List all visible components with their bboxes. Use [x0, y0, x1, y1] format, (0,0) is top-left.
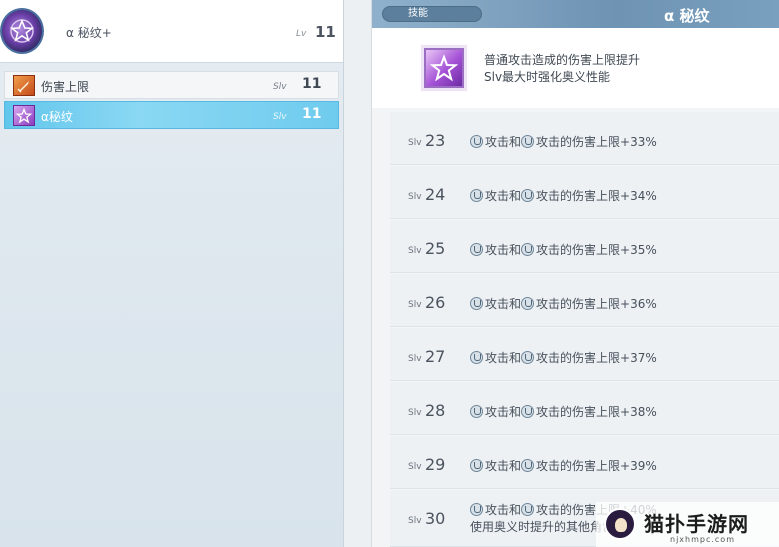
attack-type-icon	[470, 189, 483, 202]
star-icon	[424, 48, 464, 88]
description-line: 普通攻击造成的伤害上限提升	[484, 53, 641, 67]
detail-title: α 秘纹	[664, 7, 710, 25]
attack-type-icon	[470, 503, 483, 516]
description-line: Slv最大时强化奥义性能	[484, 70, 611, 84]
row-effect: 攻击和 攻击的伤害上限+34%	[470, 187, 657, 204]
row-slv-label: Slv	[408, 408, 422, 418]
attack-type-icon	[470, 135, 483, 148]
attack-type-icon	[521, 189, 535, 202]
level-row: Slv 23 攻击和 攻击的伤害上限+33%	[390, 112, 779, 165]
row-effect-part: 攻击的伤害上限+38%	[536, 405, 657, 419]
attack-type-icon	[521, 405, 535, 418]
level-row: Slv 25 攻击和 攻击的伤害上限+35%	[390, 220, 779, 273]
row-slv-value: 25	[425, 239, 446, 258]
row-effect-line2: 使用奥义时提升的其他角色	[470, 520, 615, 534]
level-value: 11	[315, 23, 336, 41]
watermark-url: njxhmpc.com	[670, 535, 735, 544]
row-effect-part: 攻击和	[485, 297, 522, 311]
row-effect: 攻击和 攻击的伤害上限+35%	[470, 241, 657, 258]
attack-type-icon	[470, 351, 483, 364]
attack-type-icon	[521, 351, 535, 364]
skill-level-label: Slv	[273, 112, 287, 122]
row-effect-part: 攻击和	[485, 351, 522, 365]
watermark-text: 猫扑手游网	[644, 512, 749, 536]
level-row: Slv 29 攻击和 攻击的伤害上限+39%	[390, 436, 779, 489]
attack-type-icon	[470, 243, 483, 256]
site-watermark: 猫扑手游网 njxhmpc.com	[596, 502, 779, 547]
attack-type-icon	[521, 503, 535, 516]
row-slv-label: Slv	[408, 192, 422, 202]
row-slv-label: Slv	[408, 246, 422, 256]
skill-detail-panel: 技能 α 秘纹 普通攻击造成的伤害上限提升 Slv最大时强化奥义性能 Slv 2…	[371, 0, 779, 547]
row-effect: 攻击和 攻击的伤害上限+36%	[470, 295, 657, 312]
skill-name: α 秘纹+	[66, 26, 112, 40]
attack-type-icon	[521, 459, 535, 472]
row-effect-part: 攻击和	[485, 135, 522, 149]
attack-type-icon	[521, 135, 535, 148]
attack-type-icon	[521, 297, 535, 310]
level-row: Slv 24 攻击和 攻击的伤害上限+34%	[390, 166, 779, 219]
row-effect-part: 攻击和	[485, 243, 522, 257]
row-effect-part: 攻击的伤害上限+34%	[536, 189, 657, 203]
skill-description: 普通攻击造成的伤害上限提升 Slv最大时强化奥义性能	[372, 28, 779, 108]
panel-divider	[344, 0, 371, 547]
row-slv-value: 23	[425, 131, 446, 150]
skill-level-value: 11	[302, 106, 322, 122]
row-slv-label: Slv	[408, 138, 422, 148]
skill-list-item-label: 伤害上限	[41, 80, 90, 94]
row-slv-value: 28	[425, 401, 446, 420]
row-effect-part: 攻击的伤害上限+39%	[536, 459, 657, 473]
row-effect: 攻击和 攻击的伤害上限+38%	[470, 403, 657, 420]
row-slv-value: 24	[425, 185, 446, 204]
row-effect: 攻击和 攻击的伤害上限+39%	[470, 457, 657, 474]
attack-type-icon	[470, 405, 483, 418]
row-effect-part: 攻击的伤害上限+37%	[536, 351, 657, 365]
row-slv-label: Slv	[408, 462, 422, 472]
skill-level-label: Slv	[273, 82, 287, 92]
star-icon	[13, 105, 35, 126]
skill-emblem-icon	[0, 8, 44, 54]
skill-list-item-damage-cap[interactable]: 伤害上限 Slv 11	[4, 71, 339, 99]
row-slv-value: 26	[425, 293, 446, 312]
row-slv-label: Slv	[408, 354, 422, 364]
row-effect-part: 攻击的伤害上限+36%	[536, 297, 657, 311]
row-slv-value: 29	[425, 455, 446, 474]
detail-header: 技能 α 秘纹	[372, 0, 779, 28]
attack-type-icon	[470, 297, 483, 310]
row-effect-part: 攻击和	[485, 503, 522, 517]
row-effect-part: 攻击的伤害上限+33%	[536, 135, 657, 149]
level-row: Slv 26 攻击和 攻击的伤害上限+36%	[390, 274, 779, 327]
row-effect: 攻击和 攻击的伤害上限+33%	[470, 133, 657, 150]
row-effect-part: 攻击和	[485, 405, 522, 419]
level-row: Slv 28 攻击和 攻击的伤害上限+38%	[390, 382, 779, 435]
row-slv-value: 27	[425, 347, 446, 366]
row-slv-label: Slv	[408, 516, 422, 526]
row-effect-part: 攻击和	[485, 189, 522, 203]
skill-list-item-label: α秘纹	[41, 110, 73, 124]
level-row: Slv 27 攻击和 攻击的伤害上限+37%	[390, 328, 779, 381]
row-effect: 攻击和 攻击的伤害上限+37%	[470, 349, 657, 366]
skill-list-panel: α 秘纹+ Lv 11 伤害上限 Slv 11 α秘纹 Slv 11	[0, 0, 344, 547]
attack-type-icon	[521, 243, 535, 256]
skill-header: α 秘纹+ Lv 11	[0, 0, 343, 63]
row-effect-part: 攻击和	[485, 459, 522, 473]
skill-level-value: 11	[302, 76, 322, 92]
level-label: Lv	[296, 29, 307, 39]
tab-skill[interactable]: 技能	[382, 6, 482, 22]
attack-type-icon	[470, 459, 483, 472]
row-effect-part: 攻击的伤害上限+35%	[536, 243, 657, 257]
skill-list-item-alpha-emblem[interactable]: α秘纹 Slv 11	[4, 101, 339, 129]
row-slv-label: Slv	[408, 300, 422, 310]
watermark-logo-icon	[604, 508, 636, 540]
row-slv-value: 30	[425, 509, 446, 528]
sword-icon	[13, 75, 35, 96]
